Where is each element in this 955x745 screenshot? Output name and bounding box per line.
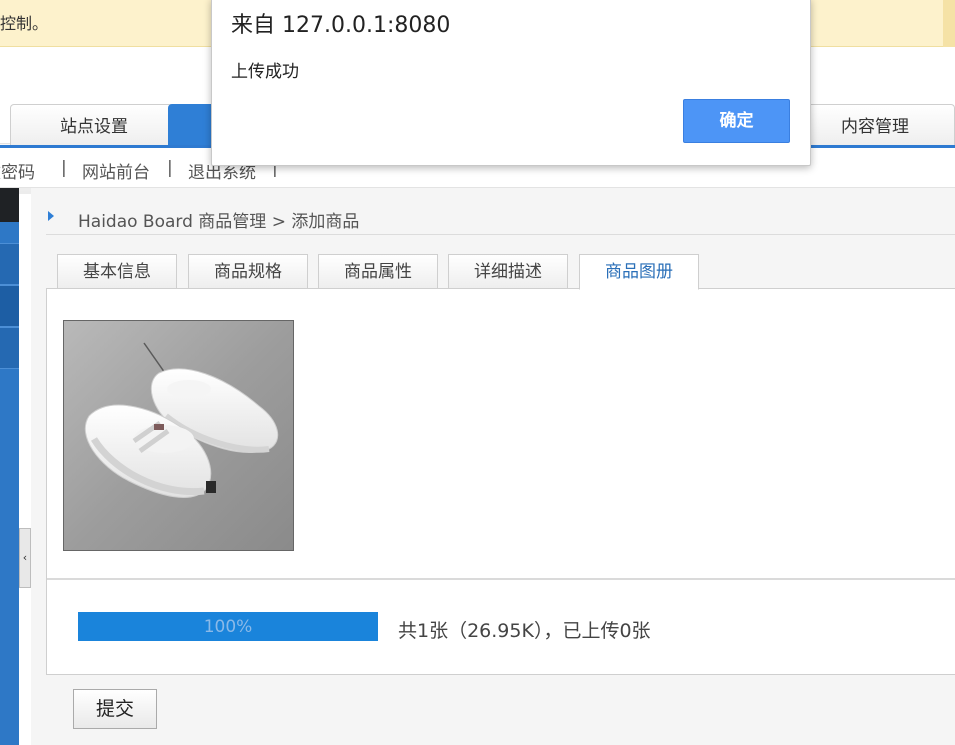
dialog-title: 来自 127.0.0.1:8080 — [231, 13, 451, 38]
link-separator: | — [167, 158, 173, 178]
uploaded-image-thumbnail[interactable] — [63, 320, 294, 551]
tab-label: 详细描述 — [474, 262, 542, 282]
tab-attributes[interactable]: 商品属性 — [318, 254, 438, 289]
sidebar-item[interactable] — [0, 243, 19, 285]
progress-label: 100% — [203, 617, 253, 637]
breadcrumb-text: Haidao Board 商品管理 > 添加商品 — [78, 212, 360, 232]
sidebar-collapse-toggle[interactable]: ‹ — [19, 528, 31, 588]
banner-close-area[interactable] — [943, 0, 955, 47]
tab-label: 商品属性 — [344, 262, 412, 282]
nav-tab-site-settings[interactable]: 站点设置 — [10, 104, 178, 146]
panel-divider — [47, 578, 955, 580]
breadcrumb-arrow-icon — [48, 211, 54, 221]
left-sidebar — [0, 188, 19, 745]
upload-summary: 共1张（26.95K），已上传0张 — [398, 620, 651, 642]
tab-description[interactable]: 详细描述 — [448, 254, 568, 289]
tab-label: 基本信息 — [83, 262, 151, 282]
site-front-link[interactable]: 网站前台 — [82, 158, 150, 183]
sidebar-header — [0, 188, 19, 222]
upload-progress-bar: 100% — [78, 612, 378, 641]
tab-label: 商品规格 — [214, 262, 282, 282]
dialog-message: 上传成功 — [231, 62, 299, 82]
sidebar-item-active[interactable] — [0, 285, 19, 327]
tab-specs[interactable]: 商品规格 — [188, 254, 308, 289]
sneakers-image — [64, 321, 293, 550]
breadcrumb: Haidao Board 商品管理 > 添加商品 — [46, 203, 955, 235]
tab-basic-info[interactable]: 基本信息 — [57, 254, 177, 289]
sidebar-item[interactable] — [0, 327, 19, 369]
alert-dialog: 来自 127.0.0.1:8080 上传成功 确定 — [211, 0, 811, 166]
nav-tab-label: 内容管理 — [841, 117, 909, 137]
ok-button[interactable]: 确定 — [683, 99, 790, 143]
chevron-left-icon: ‹ — [22, 551, 28, 564]
link-separator: | — [61, 158, 67, 178]
nav-tab-label: 站点设置 — [60, 117, 128, 137]
tab-gallery[interactable]: 商品图册 — [579, 254, 699, 290]
banner-text: 控制。 — [0, 14, 49, 33]
nav-tab-content-management[interactable]: 内容管理 — [795, 104, 955, 146]
submit-button[interactable]: 提交 — [73, 689, 157, 729]
tab-label: 商品图册 — [605, 262, 673, 282]
change-password-link[interactable]: 改密码 — [0, 158, 35, 183]
